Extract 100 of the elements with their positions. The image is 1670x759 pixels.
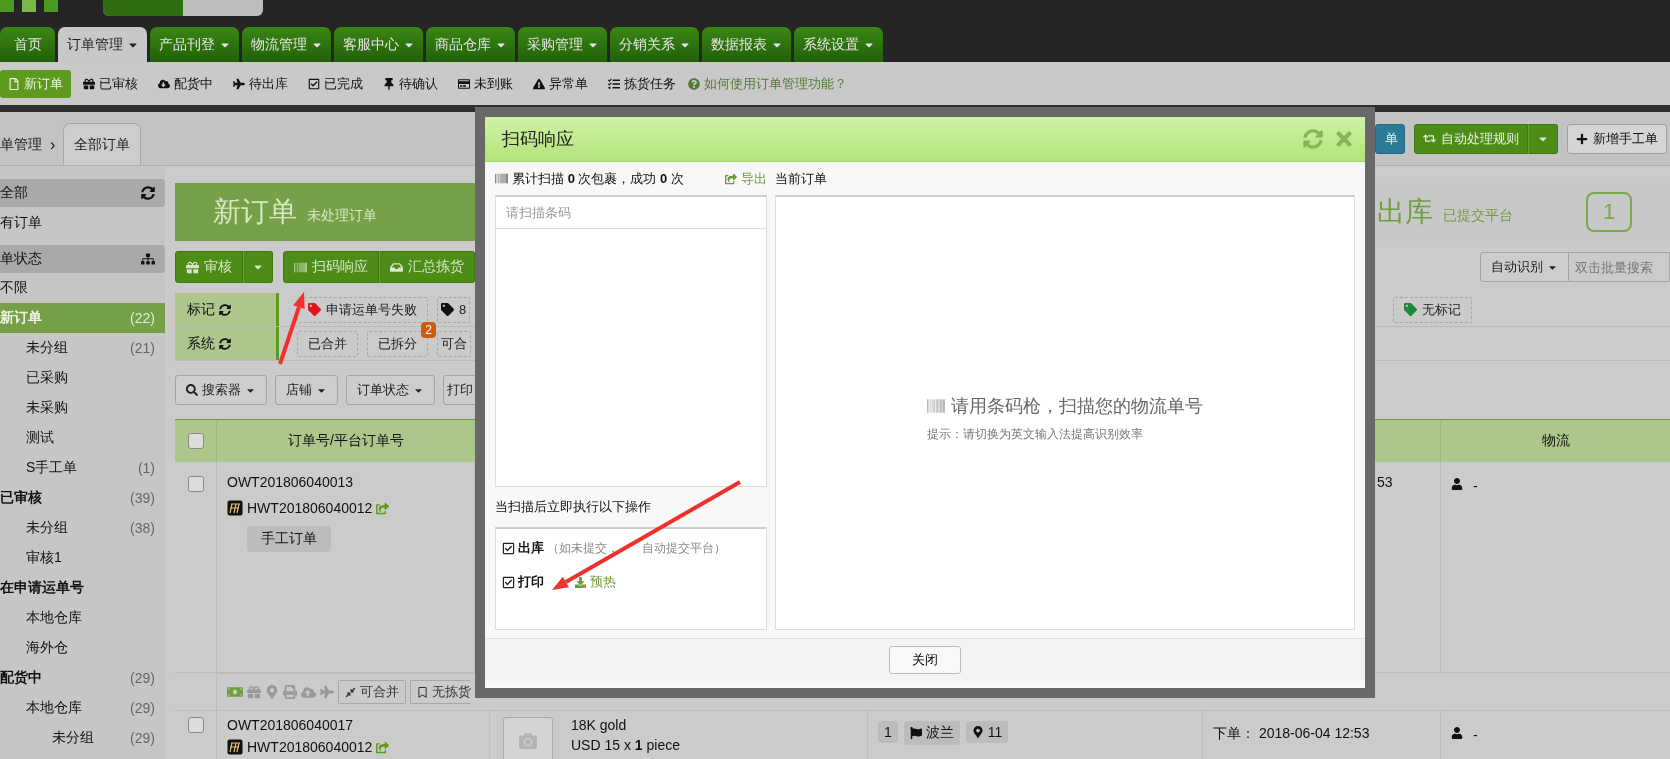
subnav-item[interactable]: 已完成 bbox=[300, 69, 371, 98]
filter-dropdown[interactable]: 打印 bbox=[443, 375, 477, 405]
section-title: 当前订单 bbox=[775, 169, 827, 188]
option-label: 打印 bbox=[518, 573, 544, 591]
table-cell: - bbox=[1473, 727, 1478, 743]
new-order-button[interactable]: 新增手工单 bbox=[1567, 123, 1667, 154]
sidebar-item[interactable]: S手工单 (1) bbox=[0, 453, 165, 483]
subnav-item[interactable]: 待出库 bbox=[225, 69, 296, 98]
nav-tab[interactable]: 客服中心 bbox=[334, 27, 423, 62]
share-icon bbox=[376, 740, 390, 754]
nav-tab[interactable]: 采购管理 bbox=[518, 27, 607, 62]
nav-tab[interactable]: 产品刊登 bbox=[150, 27, 239, 62]
checkbox[interactable] bbox=[187, 717, 204, 733]
barcode-icon bbox=[294, 260, 307, 274]
checkbox[interactable] bbox=[502, 541, 515, 555]
checkbox-icon bbox=[308, 77, 320, 90]
sidebar-item[interactable]: 海外仓 bbox=[0, 633, 165, 663]
toolbar-button[interactable]: 单 bbox=[1375, 123, 1405, 154]
barcode-icon bbox=[927, 396, 945, 415]
filter-label: 系统 bbox=[187, 334, 215, 353]
version-toggle[interactable] bbox=[103, 0, 263, 16]
merge-button[interactable]: 可合并 bbox=[338, 680, 406, 704]
sidebar-item[interactable]: 未分组 (21) bbox=[0, 333, 165, 363]
filter-tag[interactable]: 8 bbox=[437, 296, 471, 323]
checkbox[interactable] bbox=[187, 433, 204, 449]
repeat-icon bbox=[1423, 132, 1436, 145]
count-badge: 1 bbox=[1586, 192, 1632, 232]
dropdown-toggle[interactable] bbox=[1528, 123, 1558, 154]
share-icon bbox=[725, 172, 737, 185]
checkbox[interactable] bbox=[502, 575, 515, 589]
subnav-item[interactable]: 异常单 bbox=[525, 69, 596, 98]
subnav-item[interactable]: 配货中 bbox=[150, 69, 221, 98]
nav-tab[interactable]: 系统设置 bbox=[794, 27, 883, 62]
sidebar-item[interactable]: 本地仓库 (29) bbox=[0, 693, 165, 723]
refresh-icon[interactable] bbox=[1303, 129, 1323, 149]
nav-tab[interactable]: 首页 bbox=[0, 27, 55, 62]
subnav-item[interactable]: 未到账 bbox=[450, 69, 521, 98]
sidebar-item[interactable]: 配货中 (29) bbox=[0, 663, 165, 693]
banner-subtitle: 未处理订单 bbox=[307, 207, 377, 225]
map-pin-icon bbox=[265, 685, 279, 699]
platform-icon bbox=[227, 739, 243, 755]
gift-icon bbox=[186, 260, 199, 274]
subnav-item[interactable]: 待确认 bbox=[375, 69, 446, 98]
nav-tab[interactable]: 商品仓库 bbox=[426, 27, 515, 62]
refresh-icon bbox=[219, 337, 231, 350]
sidebar-item[interactable]: 已采购 bbox=[0, 363, 165, 393]
sidebar-item[interactable]: 有订单 bbox=[0, 207, 165, 239]
pin-icon bbox=[383, 77, 395, 90]
filter-tag[interactable]: 可合 bbox=[437, 330, 471, 357]
flag-icon bbox=[909, 727, 922, 739]
share-icon bbox=[376, 501, 390, 515]
card-subtitle: 已提交平台 bbox=[1443, 207, 1513, 225]
sidebar-item[interactable]: 测试 bbox=[0, 423, 165, 453]
country-label: 波兰 bbox=[903, 721, 960, 745]
hint-text: 提示：请切换为英文输入法提高识别效率 bbox=[927, 425, 1144, 443]
search-field[interactable]: 双击批量搜索 bbox=[1569, 252, 1670, 282]
count-badge: 2 bbox=[421, 321, 436, 338]
filter-dropdown[interactable]: 订单状态 bbox=[346, 375, 435, 405]
checkbox[interactable] bbox=[187, 476, 204, 492]
nav-tab[interactable]: 订单管理 bbox=[58, 27, 147, 62]
preheat-link[interactable]: 预热 bbox=[575, 573, 616, 591]
nav-tab[interactable]: 物流管理 bbox=[242, 27, 331, 62]
auto-rules-button[interactable]: 自动处理规则 bbox=[1414, 123, 1528, 154]
order-number: OWT201806040013 bbox=[227, 474, 354, 490]
sidebar-item[interactable]: 不限 bbox=[0, 273, 165, 303]
recognize-dropdown[interactable]: 自动识别 bbox=[1480, 252, 1569, 282]
filter-tag[interactable]: 已合并 bbox=[297, 330, 358, 357]
filter-tag[interactable]: 无标记 bbox=[1393, 296, 1472, 323]
sitemap-icon bbox=[141, 252, 155, 266]
subnav-item[interactable]: 已审核 bbox=[75, 69, 146, 98]
help-icon bbox=[688, 77, 700, 90]
breadcrumb-link[interactable]: 单管理 bbox=[0, 125, 42, 165]
subnav-item[interactable]: 拣货任务 bbox=[600, 69, 684, 98]
dropdown-toggle[interactable] bbox=[243, 251, 273, 283]
sidebar-item[interactable]: 未分组 (38) bbox=[0, 513, 165, 543]
pick-button[interactable]: 无拣货 bbox=[410, 680, 471, 704]
sidebar-item[interactable]: 审核1 bbox=[0, 543, 165, 573]
filter-dropdown[interactable]: 搜索器 bbox=[175, 375, 267, 405]
breadcrumb-separator: › bbox=[50, 135, 56, 155]
nav-tab[interactable]: 分销关系 bbox=[610, 27, 699, 62]
bookmark-icon bbox=[417, 686, 428, 698]
plus-icon bbox=[1576, 132, 1588, 145]
option-note: （如未提交， bbox=[547, 539, 619, 557]
cloud-download-icon bbox=[158, 77, 170, 90]
location-label: 11 bbox=[965, 721, 1009, 743]
print-icon bbox=[283, 685, 297, 699]
sidebar-item[interactable]: 本地仓库 bbox=[0, 603, 165, 633]
sidebar-item[interactable]: 未分组 (29) bbox=[0, 723, 165, 753]
order-date: 下单： 2018-06-04 12:53 bbox=[1213, 725, 1370, 743]
column-header: 订单号/平台订单号 bbox=[288, 432, 404, 450]
nav-tab[interactable]: 数据报表 bbox=[702, 27, 791, 62]
close-button[interactable]: 关闭 bbox=[889, 646, 961, 674]
page-tab[interactable]: 全部订单 bbox=[63, 123, 142, 165]
order-time: 53 bbox=[1377, 474, 1393, 490]
sidebar-item[interactable]: 未采购 bbox=[0, 393, 165, 423]
sidebar-item[interactable]: 已审核 (39) bbox=[0, 483, 165, 513]
column-header: 物流 bbox=[1541, 432, 1570, 450]
order-number: OWT201806040017 bbox=[227, 717, 354, 733]
sidebar-item[interactable]: 在申请运单号 bbox=[0, 573, 165, 603]
filter-dropdown[interactable]: 店铺 bbox=[275, 375, 338, 405]
